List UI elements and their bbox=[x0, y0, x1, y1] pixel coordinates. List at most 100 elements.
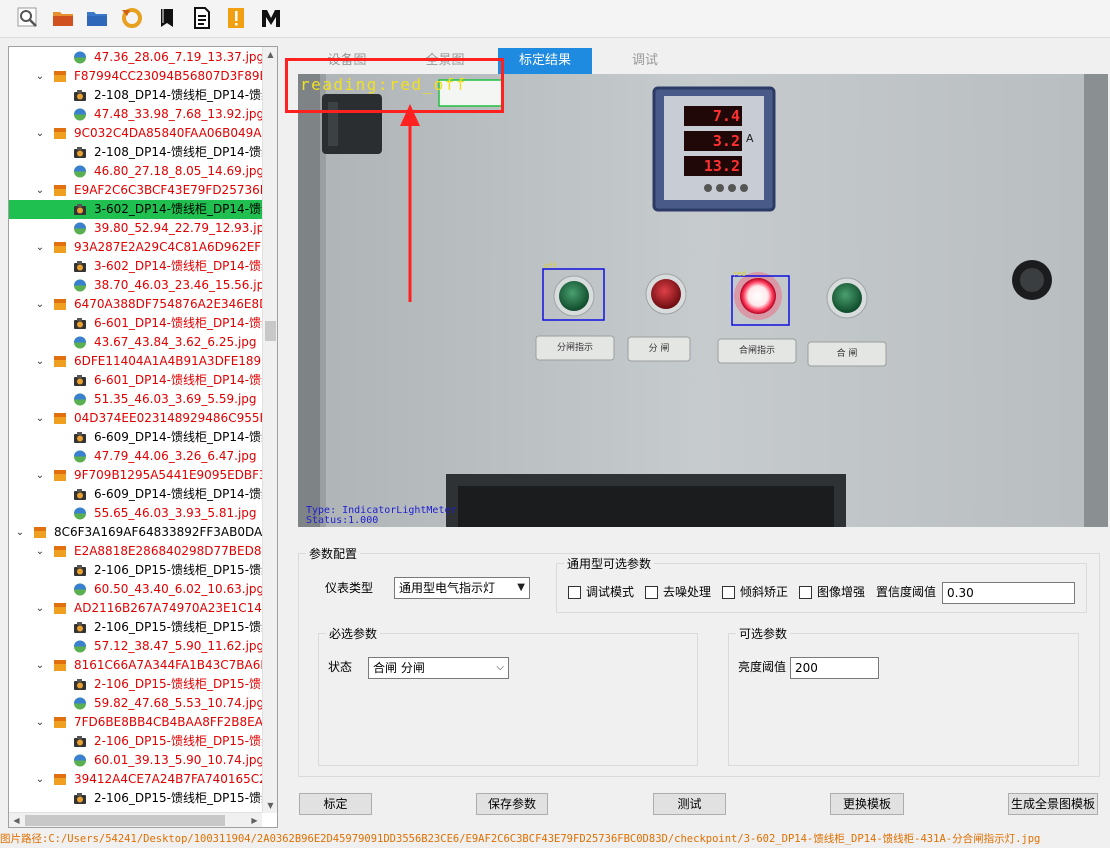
expand-chevron-icon[interactable]: ⌄ bbox=[34, 770, 46, 789]
scroll-up-icon[interactable]: ▲ bbox=[263, 47, 277, 62]
image-enhance-checkbox[interactable] bbox=[799, 586, 812, 599]
plate-label-open: 分 闸 bbox=[648, 344, 670, 354]
skew-correction-checkbox[interactable] bbox=[722, 586, 735, 599]
expand-chevron-icon[interactable]: ⌄ bbox=[34, 542, 46, 561]
document-icon[interactable] bbox=[188, 4, 216, 32]
confidence-threshold-label: 置信度阈值 bbox=[876, 585, 937, 599]
tree-horizontal-scrollbar[interactable]: ◀ ▶ bbox=[9, 812, 262, 827]
tree-item[interactable]: 55.65_46.03_3.93_5.81.jpg bbox=[9, 504, 263, 523]
book-icon[interactable] bbox=[153, 4, 181, 32]
meter-type-select[interactable]: 通用型电气指示灯 ▼ bbox=[394, 577, 530, 599]
camera-icon bbox=[73, 621, 87, 634]
tree-item[interactable]: ⌄ 39412A4CE7A24B7FA740165C2E bbox=[9, 770, 263, 789]
folder-open-icon[interactable] bbox=[49, 4, 77, 32]
expand-chevron-icon[interactable]: ⌄ bbox=[34, 67, 46, 86]
tree-item[interactable]: 39.80_52.94_22.79_12.93.jpg bbox=[9, 219, 263, 238]
tree-item[interactable]: 60.50_43.40_6.02_10.63.jpg bbox=[9, 580, 263, 599]
state-select[interactable]: 合闸 分闸 ⌵ bbox=[368, 657, 509, 679]
tree-vertical-scrollbar[interactable]: ▲ ▼ bbox=[262, 47, 277, 813]
calibrate-button[interactable]: 标定 bbox=[299, 793, 372, 815]
expand-chevron-icon[interactable]: ⌄ bbox=[34, 352, 46, 371]
denoise-checkbox[interactable] bbox=[645, 586, 658, 599]
tree-item[interactable]: 6-609_DP14-馈线柜_DP14-馈线 bbox=[9, 485, 263, 504]
camera-icon bbox=[73, 146, 87, 159]
logo-icon[interactable] bbox=[257, 4, 285, 32]
tree-item[interactable]: 2-106_DP15-馈线柜_DP15-馈线 bbox=[9, 561, 263, 580]
expand-chevron-icon[interactable]: ⌄ bbox=[34, 295, 46, 314]
tree-item[interactable]: 2-106_DP15-馈线柜_DP15-馈线 bbox=[9, 675, 263, 694]
toolbar bbox=[0, 0, 1110, 38]
brightness-threshold-input[interactable]: 200 bbox=[790, 657, 879, 679]
tree-item[interactable]: 2-108_DP14-馈线柜_DP14-馈线 bbox=[9, 86, 263, 105]
file-tree[interactable]: 2-106_DP15-馈线柜_DP15-馈线 ⌄ 39412A4CE7A24B7FA… bbox=[8, 46, 278, 828]
tree-item[interactable]: ⌄ 7FD6BE8BB4CB4BAA8FF2B8EAFF bbox=[9, 713, 263, 732]
generate-panorama-template-button[interactable]: 生成全景图模板 bbox=[1008, 793, 1098, 815]
expand-chevron-icon[interactable]: ⌄ bbox=[14, 523, 26, 542]
tree-item[interactable]: ⌄ 9C032C4DA85840FAA06B049A9C bbox=[9, 124, 263, 143]
tree-item[interactable]: ⌄ 04D374EE023148929486C955FEI bbox=[9, 409, 263, 428]
save-params-button[interactable]: 保存参数 bbox=[476, 793, 548, 815]
expand-chevron-icon[interactable]: ⌄ bbox=[34, 599, 46, 618]
tab-debug[interactable]: 调试 bbox=[598, 48, 692, 74]
expand-chevron-icon[interactable]: ⌄ bbox=[34, 238, 46, 257]
tree-item[interactable]: 3-602_DP14-馈线柜_DP14-馈线 bbox=[9, 200, 263, 219]
tree-item[interactable]: ⌄ AD2116B267A74970A23E1C147C bbox=[9, 599, 263, 618]
refresh-icon[interactable] bbox=[118, 4, 146, 32]
tree-item[interactable]: ⌄ F87994CC23094B56807D3F89BF7 bbox=[9, 67, 263, 86]
tree-item[interactable]: 3-602_DP14-馈线柜_DP14-馈线 bbox=[9, 257, 263, 276]
tree-item[interactable]: ⌄ E9AF2C6C3BCF43E79FD25736FB bbox=[9, 181, 263, 200]
tree-item[interactable]: ⌄ 8C6F3A169AF64833892FF3AB0DAF2 bbox=[9, 523, 263, 542]
optional-params-group: 可选参数 bbox=[728, 625, 1079, 766]
tree-item-label: 2-108_DP14-馈线柜_DP14-馈线 bbox=[94, 88, 263, 102]
image-path-status: 图片路径:C:/Users/54241/Desktop/100311904/2A… bbox=[0, 833, 1041, 845]
expand-chevron-icon[interactable]: ⌄ bbox=[34, 124, 46, 143]
tree-item[interactable]: 47.48_33.98_7.68_13.92.jpg bbox=[9, 105, 263, 124]
tree-item[interactable]: 2-106_DP15-馈线柜_DP15-馈线 bbox=[9, 789, 263, 808]
expand-chevron-icon[interactable]: ⌄ bbox=[34, 656, 46, 675]
tree-item[interactable]: ⌄ 93A287E2A29C4C81A6D962EF31 bbox=[9, 238, 263, 257]
expand-chevron-icon[interactable]: ⌄ bbox=[34, 466, 46, 485]
expand-chevron-icon[interactable]: ⌄ bbox=[34, 409, 46, 428]
tree-item[interactable]: 43.67_43.84_3.62_6.25.jpg bbox=[9, 333, 263, 352]
tree-item[interactable]: 2-106_DP15-馈线柜_DP15-馈线 bbox=[9, 618, 263, 637]
tree-item[interactable]: ⌄ 9F709B1295A5441E9095EDBF38 bbox=[9, 466, 263, 485]
tree-item[interactable]: ⌄ 6470A388DF754876A2E346E8DF bbox=[9, 295, 263, 314]
debug-mode-checkbox[interactable] bbox=[568, 586, 581, 599]
tree-item[interactable]: 2-106_DP15-馈线柜_DP15-馈线 bbox=[9, 732, 263, 751]
confidence-threshold-input[interactable]: 0.30 bbox=[942, 582, 1075, 604]
tree-item[interactable]: 57.12_38.47_5.90_11.62.jpg bbox=[9, 637, 263, 656]
tree-item[interactable]: ⌄ 6DFE11404A1A4B91A3DFE189FD bbox=[9, 352, 263, 371]
warning-icon[interactable] bbox=[222, 4, 250, 32]
expand-chevron-icon[interactable]: ⌄ bbox=[34, 181, 46, 200]
folder-blue-icon[interactable] bbox=[83, 4, 111, 32]
meter-reading-1: 7.4 bbox=[712, 107, 740, 125]
replace-template-button[interactable]: 更换模板 bbox=[830, 793, 904, 815]
tree-item[interactable]: 46.80_27.18_8.05_14.69.jpg bbox=[9, 162, 263, 181]
scroll-down-icon[interactable]: ▼ bbox=[263, 798, 277, 813]
tree-item[interactable]: ⌄ E2A8818E286840298D77BED8F6 bbox=[9, 542, 263, 561]
scroll-right-icon[interactable]: ▶ bbox=[247, 813, 262, 827]
tree-item[interactable]: ⌄ 8161C66A7A344FA1B43C7BA6FE bbox=[9, 656, 263, 675]
zoom-icon[interactable] bbox=[14, 4, 42, 32]
tree-item[interactable]: 6-609_DP14-馈线柜_DP14-馈线 bbox=[9, 428, 263, 447]
expand-chevron-icon[interactable]: ⌄ bbox=[34, 713, 46, 732]
scroll-left-icon[interactable]: ◀ bbox=[9, 813, 24, 827]
scroll-thumb[interactable] bbox=[265, 321, 276, 341]
globe-icon bbox=[73, 393, 87, 406]
cube-icon bbox=[53, 184, 67, 197]
tree-item[interactable]: 38.70_46.03_23.46_15.56.jpg bbox=[9, 276, 263, 295]
tree-item[interactable]: 59.82_47.68_5.53_10.74.jpg bbox=[9, 694, 263, 713]
tree-item-label: 57.12_38.47_5.90_11.62.jpg bbox=[94, 639, 263, 653]
tree-item[interactable]: 60.01_39.13_5.90_10.74.jpg bbox=[9, 751, 263, 770]
tree-item[interactable]: 2-108_DP14-馈线柜_DP14-馈线 bbox=[9, 143, 263, 162]
tree-item[interactable]: 51.35_46.03_3.69_5.59.jpg bbox=[9, 390, 263, 409]
tree-item[interactable]: 6-601_DP14-馈线柜_DP14-馈线 bbox=[9, 371, 263, 390]
tree-item[interactable]: 47.79_44.06_3.26_6.47.jpg bbox=[9, 447, 263, 466]
scroll-thumb[interactable] bbox=[25, 815, 225, 826]
calibration-image-viewer[interactable]: 7.4 3.2 13.2 A off red 分闸指示 分 闸 合闸指示 合 闸… bbox=[298, 74, 1108, 527]
tree-item[interactable]: 6-601_DP14-馈线柜_DP14-馈线 bbox=[9, 314, 263, 333]
tab-calibration-result[interactable]: 标定结果 bbox=[498, 48, 592, 74]
test-button[interactable]: 测试 bbox=[653, 793, 726, 815]
cube-icon bbox=[53, 298, 67, 311]
tree-item[interactable]: 47.36_28.06_7.19_13.37.jpg bbox=[9, 48, 263, 67]
